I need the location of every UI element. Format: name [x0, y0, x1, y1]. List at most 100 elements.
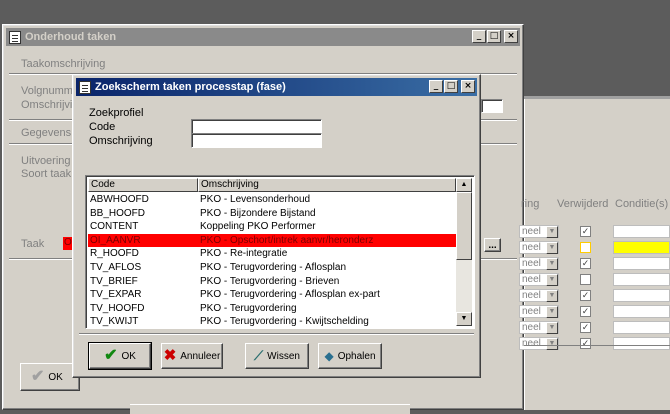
result-omschrijving: PKO - Terugvordering - Brieven: [200, 275, 340, 287]
gegevens-label: Gegevens t: [21, 127, 78, 139]
window-app-icon: [9, 30, 21, 44]
result-code: TV_BRIEF: [90, 275, 138, 287]
close-button[interactable]: ×: [461, 80, 475, 93]
result-row[interactable]: CONTENT Koppeling PKO Performer: [88, 220, 456, 233]
verwijderd-checkbox[interactable]: ✓: [580, 258, 591, 269]
chevron-down-icon[interactable]: ▼: [546, 338, 558, 350]
chevron-down-icon[interactable]: ▼: [546, 242, 558, 254]
conditie-cell[interactable]: [613, 257, 670, 270]
back-ok-button[interactable]: ✔ OK: [20, 363, 80, 391]
eraser-icon: ⟋: [254, 348, 264, 363]
chevron-down-icon[interactable]: ▼: [546, 290, 558, 302]
onderhoud-taken-title: Onderhoud taken: [25, 31, 117, 43]
result-code: TV_HOOFD: [90, 302, 145, 314]
chevron-down-icon[interactable]: ▼: [546, 258, 558, 270]
result-omschrijving: PKO - Terugvordering: [200, 302, 297, 314]
conditie-cell[interactable]: [613, 241, 670, 254]
column-header-omschrijving[interactable]: Omschrijving: [198, 178, 456, 192]
result-omschrijving: PKO - Levensonderhoud: [200, 194, 311, 205]
zoekscherm-dialog: Zoekscherm taken processtap (fase) _ □ ×…: [72, 74, 481, 378]
verwijderd-checkbox[interactable]: ✓: [580, 306, 591, 317]
verwijderd-checkbox[interactable]: ✓: [580, 226, 591, 237]
column-header-code[interactable]: Code: [88, 178, 198, 192]
checkmark-icon: ✔: [104, 347, 118, 364]
scroll-down-button[interactable]: ▼: [456, 312, 472, 326]
zoekscherm-titlebar[interactable]: Zoekscherm taken processtap (fase) _ □ ×: [76, 78, 477, 96]
maximize-button[interactable]: □: [444, 80, 458, 93]
result-row[interactable]: TV_AFLOS PKO - Terugvordering - Aflosplan: [88, 261, 456, 274]
chevron-down-icon[interactable]: ▼: [546, 274, 558, 286]
annuleer-button[interactable]: ✖ Annuleer: [161, 343, 223, 369]
wissen-button[interactable]: ⟋ Wissen: [245, 343, 309, 369]
verwijderd-checkbox[interactable]: [580, 242, 591, 253]
result-row[interactable]: TV_HOOFD PKO - Terugvordering: [88, 302, 456, 315]
omschrijving-label: Omschrijving: [89, 135, 153, 147]
verwijderd-checkbox[interactable]: ✓: [580, 338, 591, 349]
bottom-toolbar-remnant: [130, 404, 410, 414]
verwijderd-checkbox[interactable]: [580, 274, 591, 285]
zoekscherm-title: Zoekscherm taken processtap (fase): [95, 81, 286, 93]
grid-header-conditie: Conditie(s): [615, 198, 669, 210]
result-code: OI_AANVR: [90, 234, 141, 246]
omschrijving-input[interactable]: [191, 133, 322, 148]
result-row[interactable]: OI_AANVR PKO - Opschort/intrek aanvr/hero…: [88, 233, 456, 247]
code-label: Code: [89, 121, 116, 133]
right-grid-topbar: [524, 96, 670, 99]
ophalen-button[interactable]: ◆ Ophalen: [318, 343, 382, 369]
fetch-icon: ◆: [324, 349, 334, 363]
result-row[interactable]: BB_HOOFD PKO - Bijzondere Bijstand: [88, 207, 456, 220]
omschrijving-field-remnant: [481, 99, 503, 113]
conditie-cell[interactable]: [613, 225, 670, 238]
result-row[interactable]: R_HOOFD PKO - Re-integratie: [88, 247, 456, 260]
result-row[interactable]: TV_KWIJT PKO - Terugvordering - Kwijtsche…: [88, 315, 456, 328]
conditie-cell[interactable]: [613, 289, 670, 302]
separator: [79, 333, 474, 335]
minimize-button[interactable]: _: [472, 30, 486, 43]
conditie-cell[interactable]: [613, 337, 670, 350]
verwijderd-checkbox[interactable]: ✓: [580, 322, 591, 333]
result-code: TV_EXPAR: [90, 289, 142, 301]
code-input[interactable]: [191, 119, 322, 134]
result-code: ABWHOOFD: [90, 194, 149, 205]
verwijderd-checkbox[interactable]: ✓: [580, 290, 591, 301]
chevron-down-icon[interactable]: ▼: [546, 226, 558, 238]
chevron-down-icon[interactable]: ▼: [546, 306, 558, 318]
result-code: BB_HOOFD: [90, 207, 146, 219]
separator: [524, 345, 670, 346]
window-app-icon: [79, 80, 91, 94]
scroll-up-button[interactable]: ▲: [456, 178, 472, 192]
result-row[interactable]: TV_BRIEF PKO - Terugvordering - Brieven: [88, 275, 456, 288]
grid-header-ring: ring: [521, 198, 540, 210]
result-code: TV_KWIJT: [90, 316, 139, 328]
result-row[interactable]: TV_EXPAR PKO - Terugvordering - Aflosplan…: [88, 288, 456, 301]
result-omschrijving: PKO - Terugvordering - Aflosplan ex-part: [200, 289, 380, 301]
result-omschrijving: Koppeling PKO Performer: [200, 221, 316, 233]
scroll-thumb[interactable]: [456, 192, 472, 260]
onderhoud-taken-titlebar[interactable]: Onderhoud taken _ □ ×: [6, 28, 520, 46]
minimize-button[interactable]: _: [429, 80, 443, 93]
conditie-cell[interactable]: [613, 273, 670, 286]
conditie-cell[interactable]: [613, 321, 670, 334]
zoekprofiel-label: Zoekprofiel: [89, 107, 144, 119]
result-row[interactable]: ABWHOOFD PKO - Levensonderhoud: [88, 193, 456, 206]
red-x-icon: ✖: [163, 347, 177, 364]
results-scrollbar[interactable]: ▲ ▼: [456, 178, 472, 326]
ok-button[interactable]: ✔ OK: [88, 342, 152, 370]
results-list[interactable]: Code Omschrijving ABWHOOFD PKO - Levenson…: [85, 175, 475, 329]
result-omschrijving: PKO - Terugvordering - Aflosplan: [200, 262, 347, 273]
maximize-button[interactable]: □: [487, 30, 501, 43]
results-list-header: Code Omschrijving: [88, 178, 456, 192]
taak-browse-button[interactable]: ...: [484, 238, 501, 252]
taak-label: Taak: [21, 238, 45, 250]
volgnummer-label: Volgnumm: [21, 85, 73, 97]
uitvoering-label: Uitvoering: [21, 155, 71, 167]
checkmark-icon: ✔: [31, 368, 45, 385]
close-button[interactable]: ×: [504, 30, 518, 43]
result-omschrijving: PKO - Re-integratie: [200, 248, 288, 260]
conditie-cell[interactable]: [613, 305, 670, 318]
taakomschrijving-label: Taakomschrijving: [21, 58, 106, 70]
omschrijving-label: Omschrijvi: [21, 99, 73, 111]
result-code: CONTENT: [90, 221, 139, 233]
grid-header-verwijderd: Verwijderd: [557, 198, 609, 210]
chevron-down-icon[interactable]: ▼: [546, 322, 558, 334]
